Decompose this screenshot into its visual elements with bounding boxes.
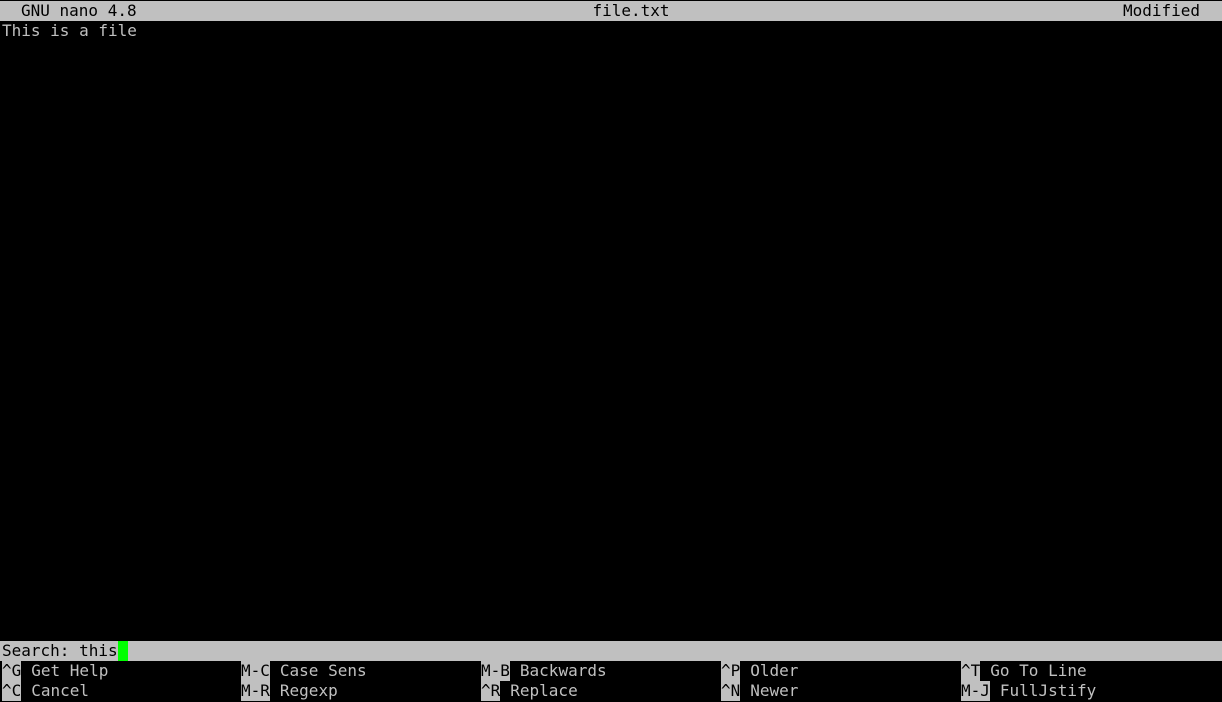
shortcut-label: FullJstify xyxy=(999,681,1097,700)
shortcut-key: M-R xyxy=(241,681,270,701)
shortcut-label: Go To Line xyxy=(990,661,1087,680)
shortcut-key: ^T xyxy=(961,661,981,681)
shortcut-label: Regexp xyxy=(279,681,338,700)
search-label: Search: xyxy=(2,641,70,660)
shortcut-case-sens[interactable]: M-C Case Sens xyxy=(241,661,367,681)
shortcut-label: Get Help xyxy=(31,661,109,680)
shortcut-key: M-B xyxy=(481,661,510,681)
shortcut-label: Replace xyxy=(510,681,578,700)
search-prompt-bar[interactable]: Search: this xyxy=(0,641,1222,661)
shortcut-full-justify[interactable]: M-J FullJstify xyxy=(961,681,1096,701)
shortcut-key: ^R xyxy=(481,681,501,701)
shortcut-cancel[interactable]: ^C Cancel xyxy=(2,681,89,701)
shortcut-key: ^C xyxy=(2,681,22,701)
shortcut-key: ^G xyxy=(2,661,22,681)
editor-line-1[interactable]: This is a file xyxy=(2,21,137,41)
shortcut-label: Cancel xyxy=(31,681,90,700)
shortcut-label: Older xyxy=(750,661,799,680)
modified-status: Modified xyxy=(1122,1,1200,20)
editor-area[interactable]: This is a file xyxy=(0,21,1222,641)
shortcut-newer[interactable]: ^N Newer xyxy=(721,681,798,701)
shortcut-row-2: ^C Cancel M-R Regexp ^R Replace ^N Newer M-J… xyxy=(0,681,1222,701)
shortcut-backwards[interactable]: M-B Backwards xyxy=(481,661,607,681)
shortcut-regexp[interactable]: M-R Regexp xyxy=(241,681,338,701)
shortcut-label: Case Sens xyxy=(279,661,367,680)
text-cursor xyxy=(117,641,128,661)
shortcut-key: ^N xyxy=(721,681,741,701)
shortcut-key: ^P xyxy=(721,661,741,681)
search-input[interactable]: this xyxy=(79,641,118,660)
shortcut-label: Newer xyxy=(750,681,799,700)
title-bar: GNU nano 4.8 file.txt Modified xyxy=(0,1,1222,21)
shortcut-key: M-C xyxy=(241,661,270,681)
shortcut-key: M-J xyxy=(961,681,990,701)
shortcut-go-to-line[interactable]: ^T Go To Line xyxy=(961,661,1087,681)
shortcut-older[interactable]: ^P Older xyxy=(721,661,798,681)
file-name: file.txt xyxy=(592,1,670,20)
shortcut-label: Backwards xyxy=(519,661,607,680)
shortcut-get-help[interactable]: ^G Get Help xyxy=(2,661,108,681)
shortcut-replace[interactable]: ^R Replace xyxy=(481,681,578,701)
shortcut-row-1: ^G Get Help M-C Case Sens M-B Backwards ^P O… xyxy=(0,661,1222,681)
